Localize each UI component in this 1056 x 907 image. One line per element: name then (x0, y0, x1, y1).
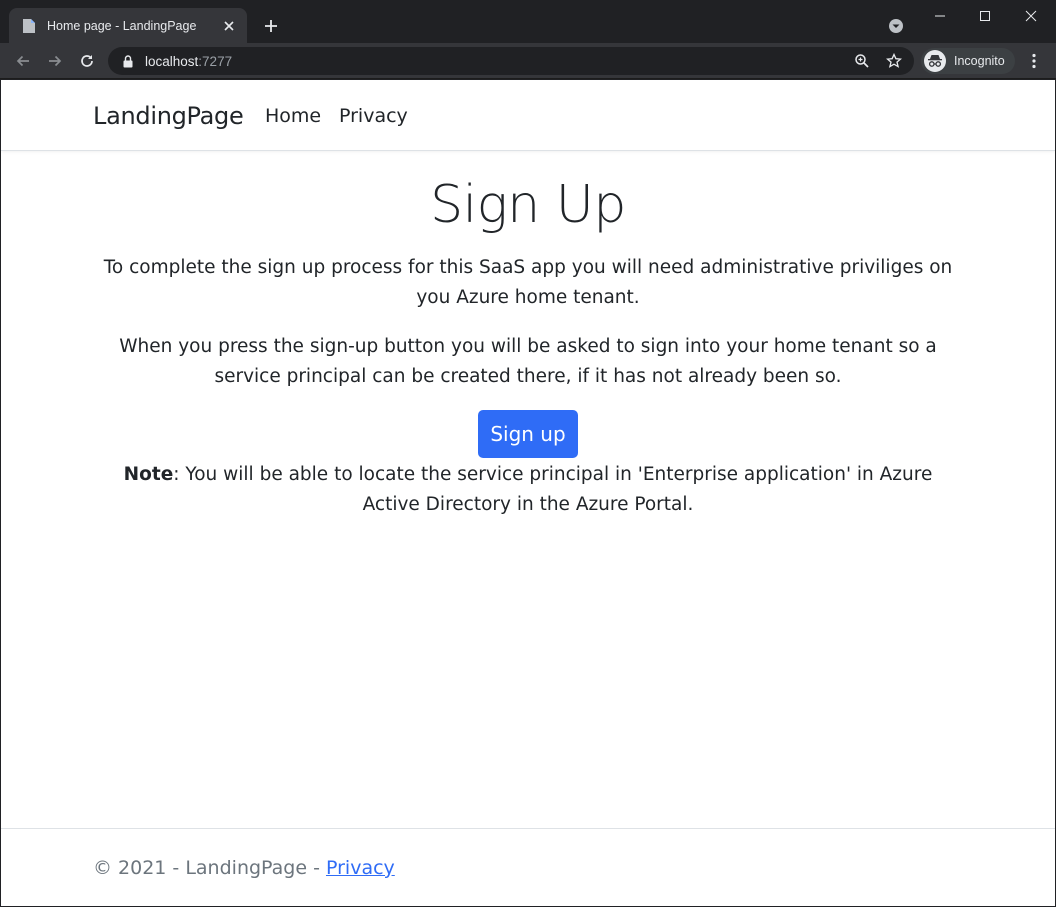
star-icon[interactable] (884, 51, 904, 71)
browser-tab[interactable]: Home page - LandingPage (9, 8, 247, 43)
browser-toolbar: localhost:7277 Incognito (0, 43, 1056, 79)
note-paragraph: Note: You will be able to locate the ser… (98, 460, 958, 520)
note-label: Note (123, 464, 174, 485)
maximize-icon[interactable] (971, 4, 999, 28)
note-text: : You will be able to locate the service… (173, 464, 933, 515)
url-host: localhost (145, 53, 199, 69)
forward-arrow-icon[interactable] (43, 49, 67, 73)
site-navbar: LandingPage Home Privacy (1, 80, 1055, 151)
page-viewport: LandingPage Home Privacy Sign Up To comp… (1, 80, 1055, 906)
footer-privacy-link[interactable]: Privacy (326, 857, 395, 879)
footer-copyright: © 2021 - LandingPage - (93, 857, 326, 879)
sign-up-button[interactable]: Sign up (478, 410, 578, 458)
tab-strip: Home page - LandingPage (0, 0, 1056, 43)
close-icon[interactable] (221, 18, 237, 34)
url-port: :7277 (198, 53, 233, 69)
nav-link-privacy[interactable]: Privacy (339, 105, 408, 127)
window-close-icon[interactable] (1017, 4, 1045, 28)
instructions-paragraph: When you press the sign-up button you wi… (119, 336, 937, 387)
incognito-label: Incognito (954, 54, 1005, 68)
address-bar[interactable]: localhost:7277 (108, 47, 914, 75)
kebab-menu-icon[interactable] (1023, 49, 1045, 73)
incognito-profile-button[interactable]: Incognito (921, 48, 1015, 74)
navbar-brand[interactable]: LandingPage (93, 102, 244, 130)
plus-icon[interactable] (260, 15, 282, 37)
back-arrow-icon[interactable] (11, 49, 35, 73)
page-title: Sign Up (430, 175, 626, 235)
lock-icon[interactable] (121, 54, 135, 68)
intro-paragraph: To complete the sign up process for this… (103, 257, 953, 308)
footer-text: © 2021 - LandingPage - Privacy (93, 857, 395, 879)
nav-link-home[interactable]: Home (265, 105, 321, 127)
tab-search-icon[interactable] (886, 16, 906, 36)
page-icon (21, 18, 37, 34)
reload-icon[interactable] (75, 49, 99, 73)
incognito-icon (924, 50, 946, 72)
tab-title: Home page - LandingPage (47, 18, 197, 33)
minimize-icon[interactable] (926, 4, 954, 28)
zoom-icon[interactable] (852, 51, 872, 71)
site-footer: © 2021 - LandingPage - Privacy (1, 828, 1055, 906)
